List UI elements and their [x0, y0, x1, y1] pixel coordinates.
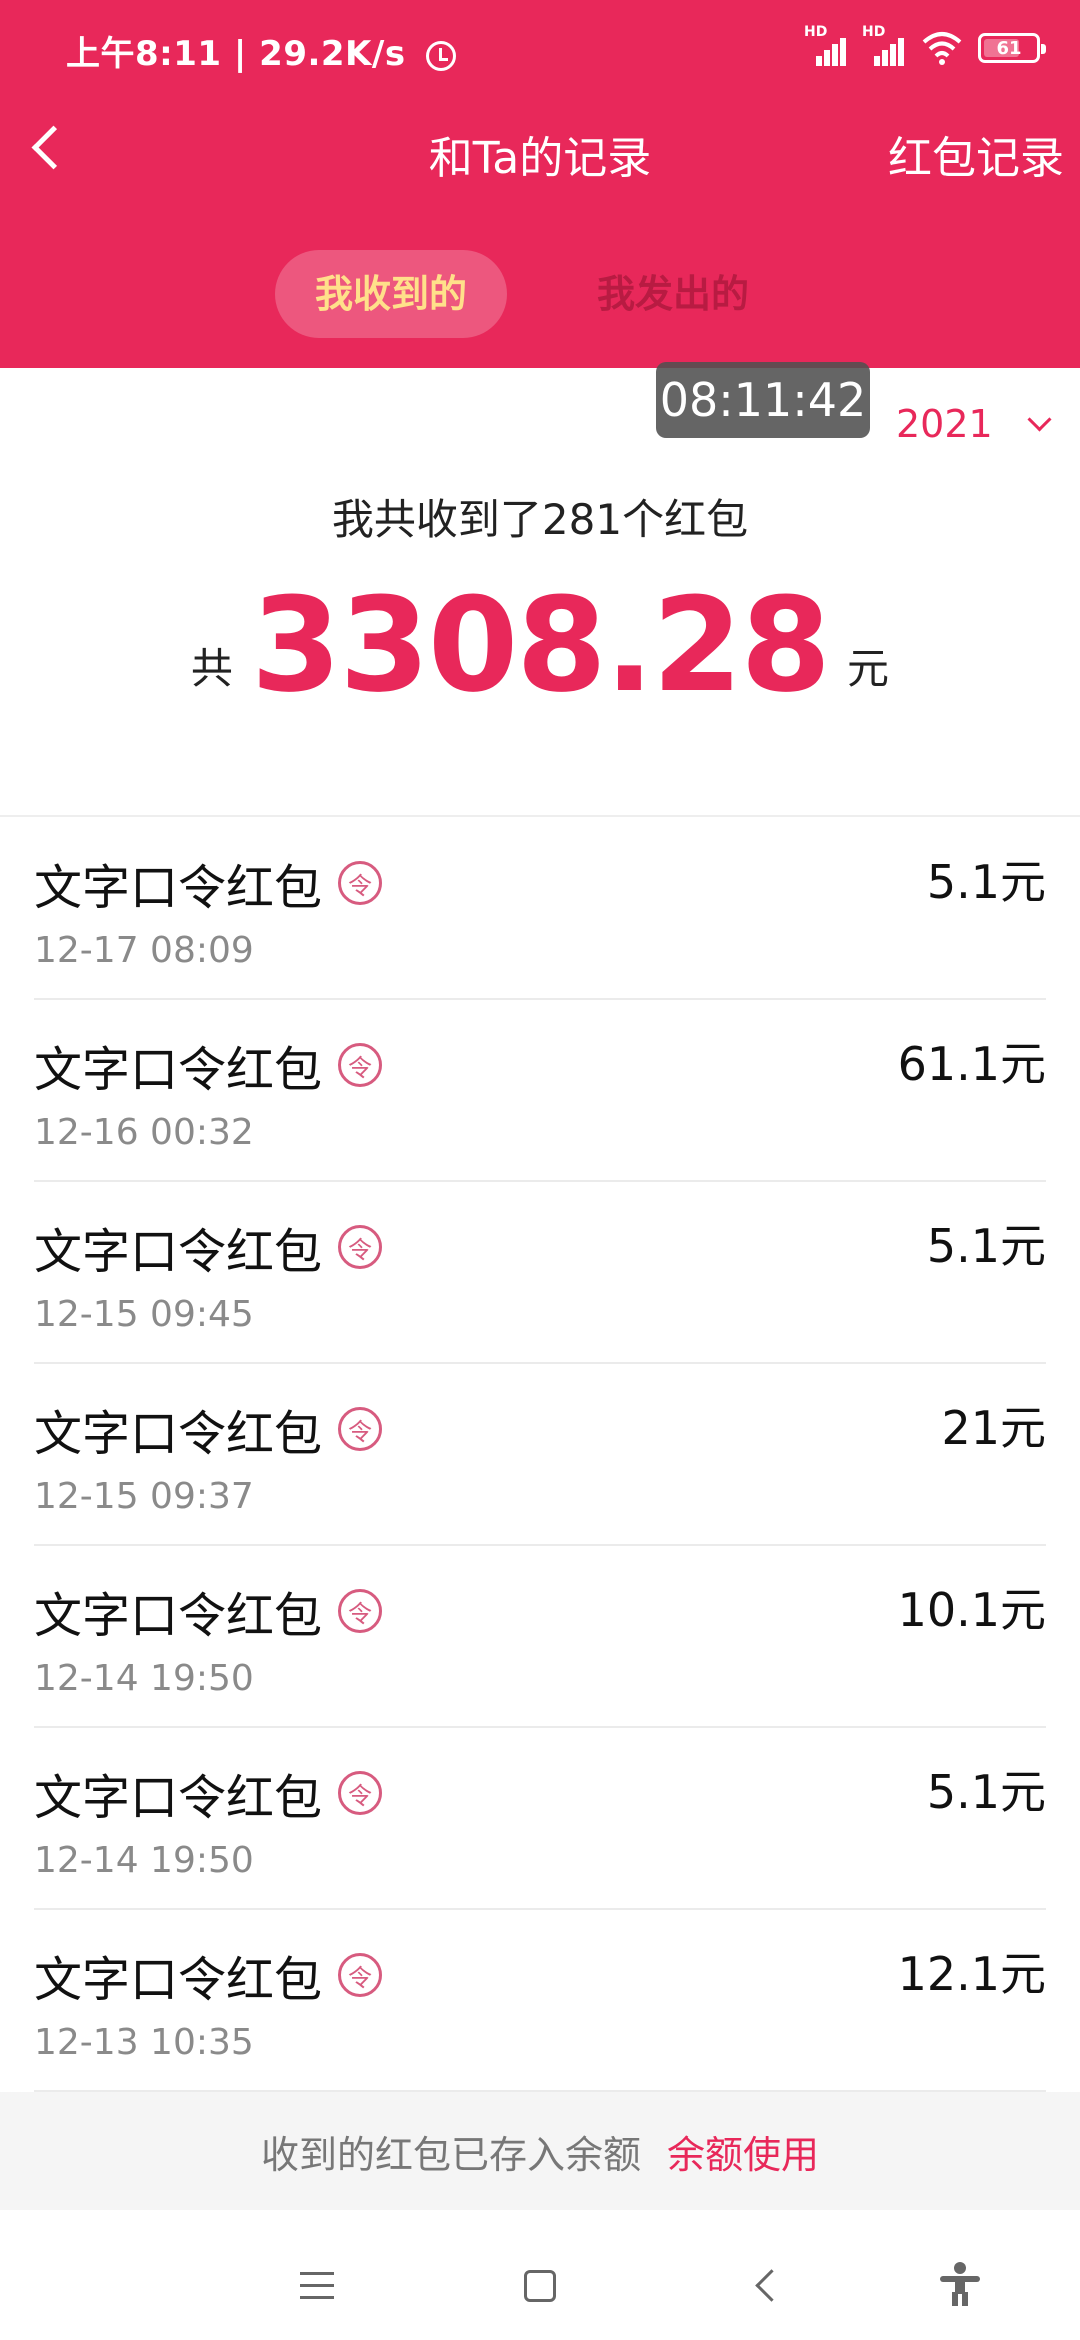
record-name: 文字口令红包 [34, 860, 323, 916]
list-item[interactable]: 文字口令红包令 12-14 19:50 5.1元 [34, 1728, 1046, 1910]
hd-label-2: HD [862, 24, 886, 40]
command-badge-icon: 令 [338, 1953, 383, 1997]
total-suffix: 元 [847, 644, 890, 693]
signal-icon-2: HD [862, 24, 906, 66]
home-icon[interactable] [524, 2270, 556, 2302]
summary-text: 我共收到了281个红包 [331, 495, 749, 544]
system-nav-bar [0, 2210, 1080, 2340]
record-name: 文字口令红包 [34, 1224, 323, 1280]
battery-icon: 61 [978, 33, 1046, 63]
command-badge-icon: 令 [338, 1407, 383, 1451]
list-item[interactable]: 文字口令红包令 12-13 10:35 12.1元 [34, 1910, 1046, 2092]
record-amount: 21元 [941, 1401, 1046, 1455]
command-badge-icon: 令 [338, 1589, 383, 1633]
year-selector[interactable]: 2021 [896, 402, 1052, 446]
divider [0, 815, 1080, 817]
network-speed: 29.2K/s [259, 34, 406, 74]
year-label: 2021 [896, 402, 993, 446]
total-amount: 3308.28 [250, 569, 831, 721]
record-name: 文字口令红包 [34, 1770, 323, 1826]
record-date: 12-15 09:37 [34, 1476, 254, 1517]
command-badge-icon: 令 [338, 861, 383, 905]
record-amount: 5.1元 [926, 1219, 1046, 1273]
record-date: 12-14 19:50 [34, 1658, 254, 1699]
record-date: 12-14 19:50 [34, 1840, 254, 1881]
record-amount: 12.1元 [897, 1947, 1046, 2001]
wifi-icon [920, 30, 964, 66]
record-amount: 10.1元 [897, 1583, 1046, 1637]
red-packet-records-link[interactable]: 红包记录 [888, 122, 1064, 186]
list-item[interactable]: 文字口令红包令 12-15 09:45 5.1元 [34, 1182, 1046, 1364]
battery-level: 61 [996, 37, 1022, 59]
status-icons: HD HD 61 [804, 24, 1046, 66]
record-name: 文字口令红包 [34, 1952, 323, 2008]
record-amount: 5.1元 [926, 855, 1046, 909]
signal-icon: HD [804, 24, 848, 66]
menu-icon[interactable] [300, 2272, 334, 2300]
alarm-icon [425, 41, 456, 71]
balance-use-link[interactable]: 余额使用 [667, 2124, 819, 2179]
record-name: 文字口令红包 [34, 1406, 323, 1462]
record-name: 文字口令红包 [34, 1588, 323, 1644]
record-date: 12-16 00:32 [34, 1112, 254, 1153]
status-time: 上午8:11 [66, 34, 222, 74]
tab-sent[interactable]: 我发出的 [557, 250, 789, 338]
balance-note-bar: 收到的红包已存入余额 余额使用 [0, 2092, 1080, 2210]
command-badge-icon: 令 [338, 1043, 383, 1087]
status-bar: 上午8:11 | 29.2K/s HD HD 61 [0, 0, 1080, 100]
command-badge-icon: 令 [338, 1225, 383, 1269]
record-date: 12-13 10:35 [34, 2022, 254, 2063]
balance-note-text: 收到的红包已存入余额 [260, 2132, 641, 2177]
hd-label: HD [804, 24, 828, 40]
record-list: 文字口令红包令 12-17 08:09 5.1元 文字口令红包令 12-16 0… [0, 818, 1080, 2092]
overlay-time-chip: 08:11:42 [656, 362, 870, 438]
list-item[interactable]: 文字口令红包令 12-14 19:50 10.1元 [34, 1546, 1046, 1728]
chevron-down-icon [1027, 406, 1052, 432]
total-amount-block: 共 3308.28 元 [0, 580, 1080, 710]
record-amount: 5.1元 [926, 1765, 1046, 1819]
tab-received[interactable]: 我收到的 [275, 250, 508, 338]
record-amount: 61.1元 [897, 1037, 1046, 1091]
accessibility-icon[interactable] [940, 2262, 980, 2306]
record-date: 12-17 08:09 [34, 930, 254, 971]
record-name: 文字口令红包 [34, 1042, 323, 1098]
tab-bar: 我收到的 我发出的 [275, 250, 789, 338]
record-date: 12-15 09:45 [34, 1294, 254, 1335]
list-item[interactable]: 文字口令红包令 12-17 08:09 5.1元 [34, 818, 1046, 1000]
list-item[interactable]: 文字口令红包令 12-16 00:32 61.1元 [34, 1000, 1046, 1182]
command-badge-icon: 令 [338, 1771, 383, 1815]
nav-back-icon[interactable] [755, 2269, 788, 2302]
status-time-speed: 上午8:11 | 29.2K/s [66, 26, 456, 75]
total-prefix: 共 [190, 644, 233, 693]
header-bar: 上午8:11 | 29.2K/s HD HD 61 和Ta的记录 红包记录 我收… [0, 0, 1080, 368]
list-item[interactable]: 文字口令红包令 12-15 09:37 21元 [34, 1364, 1046, 1546]
